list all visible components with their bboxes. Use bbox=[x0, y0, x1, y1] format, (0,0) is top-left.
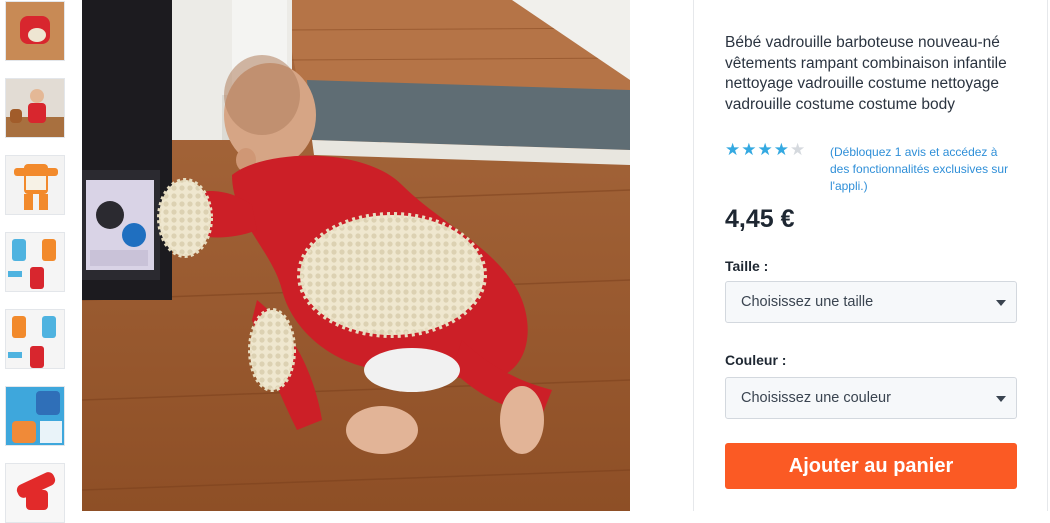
add-to-cart-button[interactable]: Ajouter au panier bbox=[725, 443, 1017, 489]
chevron-down-icon bbox=[996, 300, 1006, 306]
thumbnail-7[interactable] bbox=[5, 463, 65, 523]
color-select-value: Choisissez une couleur bbox=[741, 390, 891, 406]
rating-stars: ★★★★★ bbox=[725, 141, 806, 160]
star-icon: ★ bbox=[773, 140, 789, 159]
product-info-panel: Bébé vadrouille barboteuse nouveau-né vê… bbox=[693, 0, 1048, 511]
color-label: Couleur : bbox=[725, 352, 787, 368]
thumbnail-1[interactable] bbox=[5, 1, 65, 61]
product-title: Bébé vadrouille barboteuse nouveau-né vê… bbox=[725, 34, 1007, 113]
size-label: Taille : bbox=[725, 258, 769, 274]
color-select[interactable]: Choisissez une couleur bbox=[725, 377, 1017, 419]
thumbnail-3[interactable] bbox=[5, 155, 65, 215]
size-select-value: Choisissez une taille bbox=[741, 294, 874, 310]
product-main-image[interactable] bbox=[82, 0, 630, 511]
thumbnail-6[interactable] bbox=[5, 386, 65, 446]
product-price: 4,45 € bbox=[725, 205, 795, 233]
star-icon: ★ bbox=[741, 140, 757, 159]
thumbnail-5[interactable] bbox=[5, 309, 65, 369]
star-icon: ★ bbox=[757, 140, 773, 159]
thumbnail-4[interactable] bbox=[5, 232, 65, 292]
star-empty-icon: ★ bbox=[790, 140, 806, 159]
star-icon: ★ bbox=[725, 140, 741, 159]
unlock-reviews-link[interactable]: (Débloquez 1 avis et accédez à des fonct… bbox=[830, 144, 1020, 195]
chevron-down-icon bbox=[996, 396, 1006, 402]
thumbnail-2[interactable] bbox=[5, 78, 65, 138]
size-select[interactable]: Choisissez une taille bbox=[725, 281, 1017, 323]
